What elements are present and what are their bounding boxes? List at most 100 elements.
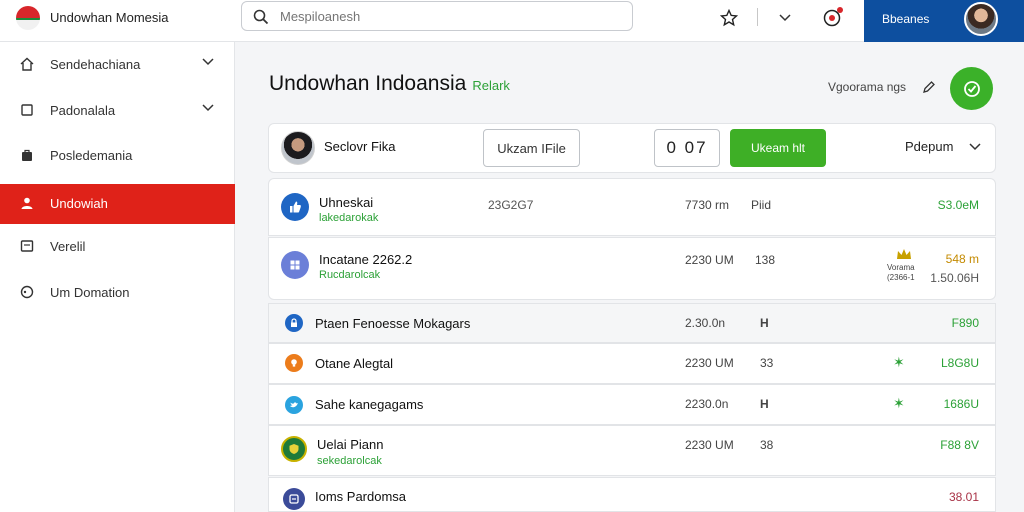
filter-label: Vgoorama ngs	[828, 80, 907, 94]
account-name: Bbeanes	[882, 12, 930, 26]
row-title: Ptaen Fenoesse Mokagars	[315, 316, 471, 331]
row-subtitle: lakedarokak	[319, 212, 379, 224]
app-logo	[16, 6, 40, 30]
table-row[interactable]: Uhneskai lakedarokak 23G2G7 7730 rm Piid…	[268, 178, 996, 236]
sidebar-item-undowiah[interactable]: Undowiah	[0, 184, 235, 224]
table-row[interactable]: Uelai Piann sekedarolcak 2230 UM 38 F88 …	[268, 425, 996, 476]
profile-name: Seclovr Fika	[324, 139, 396, 154]
box-icon	[21, 104, 33, 116]
table-row[interactable]: Incatane 2262.2 Rucdarolcak 2230 UM 138 …	[268, 237, 996, 300]
sidebar-item-verelil[interactable]: Verelil	[0, 227, 235, 267]
bookmark-icon[interactable]	[719, 8, 739, 28]
row-size: 2230 UM	[685, 253, 734, 267]
toolbar-divider	[757, 8, 758, 26]
sidebar: Sendehachiana Padonalala Posledemania Un…	[0, 42, 235, 512]
star-icon[interactable]: ✶	[893, 354, 905, 371]
row-size: 2230 UM	[685, 356, 734, 370]
circle-icon	[20, 285, 34, 299]
sidebar-item-label: Sendehachiana	[50, 57, 141, 72]
table-row[interactable]: Ptaen Fenoesse Mokagars 2.30.0n H F890	[268, 303, 996, 343]
chevron-down-icon	[202, 104, 214, 112]
edit-icon[interactable]	[922, 80, 936, 94]
bird-icon	[285, 396, 303, 414]
row-amount: F88 8V	[940, 438, 979, 452]
dropdown-label: Pdepum	[905, 139, 954, 154]
search-icon	[253, 9, 269, 25]
search-input[interactable]	[280, 6, 620, 26]
avatar[interactable]	[281, 131, 315, 165]
user-icon	[21, 197, 33, 209]
row-title: Uelai Piann	[317, 437, 384, 452]
notification-icon[interactable]	[822, 7, 843, 28]
primary-action-button[interactable]: Ukeam hlt	[730, 129, 826, 167]
sidebar-item-um-domation[interactable]: Um Domation	[0, 273, 235, 313]
row-amount: 1686U	[943, 397, 979, 411]
row-count: 138	[755, 253, 776, 267]
sidebar-item-label: Undowiah	[50, 196, 108, 211]
table-row[interactable]: Otane Alegtal 2230 UM 33 ✶ L8G8U	[268, 343, 996, 384]
row-code: 23G2G7	[488, 198, 534, 212]
upload-file-button[interactable]: Ukzam IFile	[483, 129, 580, 167]
row-title: Otane Alegtal	[315, 356, 394, 371]
table-row[interactable]: Ioms Pardomsa 38.01	[268, 477, 996, 512]
window-icon	[20, 240, 34, 252]
sort-dropdown[interactable]: Pdepum	[891, 137, 991, 159]
puzzle-icon	[281, 251, 309, 279]
row-size: 2.30.0n	[685, 316, 726, 330]
shield-icon	[281, 436, 307, 462]
row-amount: S3.0eM	[937, 198, 979, 212]
top-bar: Undowhan Momesia Bbeanes	[0, 0, 1024, 42]
row-count: H	[760, 397, 769, 411]
table-row[interactable]: Sahe kanegagams 2230.0n H ✶ 1686U	[268, 384, 996, 425]
chevron-down-icon	[969, 143, 981, 151]
row-title: Ioms Pardomsa	[315, 489, 407, 504]
sidebar-item-posledemania[interactable]: Posledemania	[0, 136, 235, 176]
page-title-text: Undowhan Indoansia	[269, 72, 467, 95]
counter-field[interactable]: 0 07	[654, 129, 720, 167]
search-box[interactable]	[241, 1, 633, 31]
check-circle-icon	[963, 80, 980, 97]
avatar[interactable]	[964, 2, 998, 36]
bag-icon	[22, 149, 32, 161]
chevron-down-icon[interactable]	[775, 8, 795, 28]
row-title: Uhneskai	[319, 195, 374, 210]
row-amount: F890	[951, 316, 979, 330]
profile-toolbar: Seclovr Fika Ukzam IFile 0 07 Ukeam hlt …	[268, 123, 996, 173]
row-size: 2230.0n	[685, 397, 729, 411]
sidebar-item-padonalala[interactable]: Padonalala	[0, 91, 235, 131]
grid-icon	[283, 488, 305, 510]
notification-dot	[837, 7, 843, 13]
row-count: 38	[760, 438, 774, 452]
row-amount: 38.01	[948, 490, 979, 504]
chevron-down-icon	[202, 58, 214, 66]
row-title: Sahe kanegagams	[315, 397, 424, 412]
account-panel[interactable]: Bbeanes	[864, 0, 1024, 42]
row-subtitle: sekedarolcak	[317, 455, 382, 467]
row-amount-secondary: 1.50.06H	[930, 271, 979, 285]
row-title: Incatane 2262.2	[319, 252, 413, 267]
home-icon	[20, 57, 34, 71]
page-subtitle: Relark	[472, 78, 510, 93]
sidebar-item-label: Um Domation	[50, 285, 130, 300]
row-amount: L8G8U	[940, 356, 979, 370]
row-size: 2230 UM	[685, 438, 734, 452]
row-amount: 548 m	[945, 252, 979, 266]
thumbs-up-icon	[281, 193, 309, 221]
row-count: Piid	[751, 198, 772, 212]
app-title: Undowhan Momesia	[50, 10, 169, 25]
bulb-icon	[285, 354, 303, 372]
sidebar-item-sendehachiana[interactable]: Sendehachiana	[0, 45, 235, 85]
row-size: 7730 rm	[685, 198, 730, 212]
sidebar-item-label: Padonalala	[50, 103, 116, 118]
add-action-button[interactable]	[950, 67, 993, 110]
page-title: Undowhan Indoansia Relark	[269, 72, 510, 96]
crown-icon	[897, 249, 911, 259]
row-subtitle: Rucdarolcak	[319, 269, 381, 281]
badge-label: Vorama (2366-1	[887, 263, 915, 282]
sidebar-item-label: Posledemania	[50, 148, 133, 163]
sidebar-item-label: Verelil	[50, 239, 86, 254]
lock-icon	[285, 314, 303, 332]
star-icon[interactable]: ✶	[893, 395, 905, 412]
row-count: H	[760, 316, 769, 330]
row-count: 33	[760, 356, 774, 370]
